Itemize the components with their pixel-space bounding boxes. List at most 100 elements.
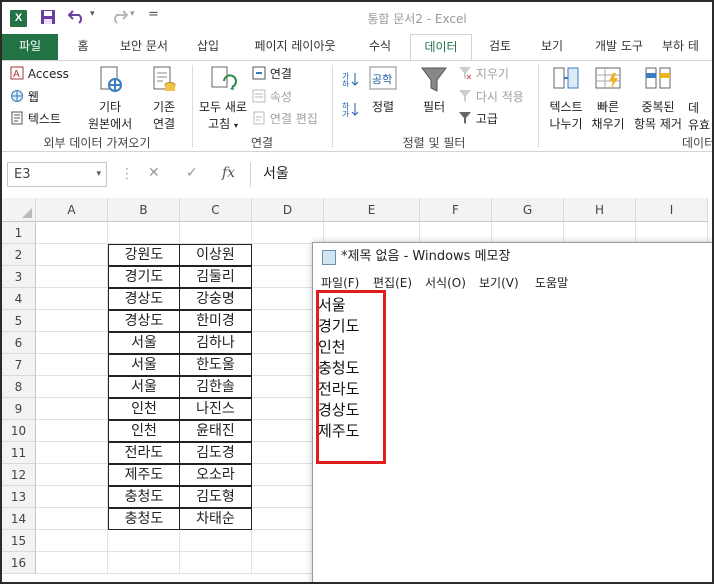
cell-name[interactable]: 오소라 <box>179 464 252 486</box>
access-button[interactable]: A Access <box>10 66 69 81</box>
sort-icon: 공학 <box>369 66 397 90</box>
column-header-a[interactable]: A <box>36 198 108 222</box>
existing-label-1: 기존 <box>152 100 176 114</box>
cell-region[interactable]: 충청도 <box>108 508 180 530</box>
cell-region[interactable]: 인천 <box>108 398 180 420</box>
tab-formulas[interactable]: 수식 <box>358 34 402 60</box>
cell-region[interactable]: 경상도 <box>108 310 180 332</box>
name-box[interactable]: E3 ▾ <box>7 162 107 187</box>
row-header-4[interactable]: 4 <box>2 288 36 310</box>
select-all-corner[interactable] <box>2 198 36 222</box>
properties-button[interactable]: 속성 <box>252 88 292 105</box>
row-header-9[interactable]: 9 <box>2 398 36 420</box>
advanced-filter-button[interactable]: 고급 <box>458 110 498 127</box>
cell-region[interactable]: 전라도 <box>108 442 180 464</box>
cell-region[interactable]: 경상도 <box>108 288 180 310</box>
filter-button[interactable]: 필터 <box>414 65 454 115</box>
row-header-11[interactable]: 11 <box>2 442 36 464</box>
clear-filter-button[interactable]: 지우기 <box>458 65 509 82</box>
tab-data[interactable]: 데이터 <box>410 34 472 61</box>
tab-developer[interactable]: 개발 도구 <box>584 34 654 60</box>
tab-home[interactable]: 홈 <box>68 34 98 60</box>
cell-name[interactable]: 윤태진 <box>179 420 252 442</box>
remove-duplicates-button[interactable]: 중복된 항목 제거 <box>630 65 686 132</box>
cell-name[interactable]: 한도울 <box>179 354 252 376</box>
existing-connections-button[interactable]: 기존 연결 <box>142 65 186 132</box>
cancel-icon[interactable]: ✕ <box>148 165 160 181</box>
column-header-h[interactable]: H <box>564 198 636 222</box>
cell-name[interactable]: 김도경 <box>179 442 252 464</box>
row-header-6[interactable]: 6 <box>2 332 36 354</box>
cell-name[interactable]: 이상원 <box>179 244 252 266</box>
cell-region[interactable]: 충청도 <box>108 486 180 508</box>
name-box-dropdown-icon[interactable]: ▾ <box>96 163 101 186</box>
row-header-8[interactable]: 8 <box>2 376 36 398</box>
refresh-all-button[interactable]: 모두 새로 고침 ▾ <box>196 65 250 132</box>
connections-button[interactable]: 연결 <box>252 65 292 82</box>
row-header-2[interactable]: 2 <box>2 244 36 266</box>
cell-region[interactable]: 서울 <box>108 376 180 398</box>
row-header-14[interactable]: 14 <box>2 508 36 530</box>
flash-fill-button[interactable]: 빠른 채우기 <box>590 65 626 132</box>
column-header-e[interactable]: E <box>324 198 420 222</box>
data-validation-button[interactable]: 데 유효 <box>688 99 712 133</box>
advanced-filter-icon <box>459 112 471 124</box>
row-header-1[interactable]: 1 <box>2 222 36 244</box>
cell-name[interactable]: 강숭명 <box>179 288 252 310</box>
cell-name[interactable]: 차태순 <box>179 508 252 530</box>
menu-format[interactable]: 서식(O) <box>425 274 466 291</box>
row-header-15[interactable]: 15 <box>2 530 36 552</box>
sort-descending-button[interactable]: 하가 <box>342 101 359 120</box>
cell-region[interactable]: 강원도 <box>108 244 180 266</box>
insert-function-icon[interactable]: fx <box>222 165 235 181</box>
cell-region[interactable]: 경기도 <box>108 266 180 288</box>
row-header-12[interactable]: 12 <box>2 464 36 486</box>
cell-region[interactable]: 서울 <box>108 332 180 354</box>
column-header-c[interactable]: C <box>180 198 252 222</box>
menu-view[interactable]: 보기(V) <box>479 274 519 291</box>
column-header-g[interactable]: G <box>492 198 564 222</box>
row-header-10[interactable]: 10 <box>2 420 36 442</box>
tab-load-test[interactable]: 부하 테 <box>662 34 712 60</box>
tab-review[interactable]: 검토 <box>478 34 522 60</box>
menu-file[interactable]: 파일(F) <box>321 274 359 291</box>
other-sources-button[interactable]: 기타 원본에서 <box>88 65 132 132</box>
sort-button[interactable]: 공학 정렬 <box>365 65 401 115</box>
tab-security-doc[interactable]: 보안 문서 <box>110 34 178 60</box>
column-header-b[interactable]: B <box>108 198 180 222</box>
row-header-5[interactable]: 5 <box>2 310 36 332</box>
text-to-columns-button[interactable]: 텍스트 나누기 <box>544 65 588 132</box>
cell-name[interactable]: 김하나 <box>179 332 252 354</box>
tab-page-layout[interactable]: 페이지 레이아웃 <box>242 34 348 60</box>
text-import-button[interactable]: 텍스트 <box>10 110 61 127</box>
edit-links-button[interactable]: 연결 편집 <box>252 110 318 127</box>
menu-help[interactable]: 도움말 <box>535 274 568 291</box>
enter-check-icon[interactable]: ✓ <box>186 165 198 181</box>
row-header-3[interactable]: 3 <box>2 266 36 288</box>
cell-name[interactable]: 김도형 <box>179 486 252 508</box>
cell-region[interactable]: 인천 <box>108 420 180 442</box>
formula-input[interactable]: 서울 <box>250 162 710 187</box>
cell-region[interactable]: 서울 <box>108 354 180 376</box>
tab-view[interactable]: 보기 <box>530 34 574 60</box>
menu-edit[interactable]: 편집(E) <box>373 274 412 291</box>
cell-name[interactable]: 김한솔 <box>179 376 252 398</box>
reapply-button[interactable]: 다시 적용 <box>458 88 524 105</box>
row-header-7[interactable]: 7 <box>2 354 36 376</box>
column-header-d[interactable]: D <box>252 198 324 222</box>
text-import-label: 텍스트 <box>27 112 61 126</box>
web-button[interactable]: 웹 <box>10 88 39 105</box>
cell-name[interactable]: 김둘리 <box>179 266 252 288</box>
sort-ascending-button[interactable]: 가하 <box>342 71 359 90</box>
row-header-13[interactable]: 13 <box>2 486 36 508</box>
row-header-16[interactable]: 16 <box>2 552 36 574</box>
tab-file[interactable]: 파일 <box>2 34 58 60</box>
tab-insert[interactable]: 삽입 <box>186 34 230 60</box>
cell-region[interactable]: 제주도 <box>108 464 180 486</box>
column-header-i[interactable]: I <box>636 198 708 222</box>
notepad-window[interactable]: *제목 없음 - Windows 메모장 파일(F) 편집(E) 서식(O) 보… <box>312 242 712 582</box>
cell-name[interactable]: 나진스 <box>179 398 252 420</box>
column-header-f[interactable]: F <box>420 198 492 222</box>
group-connections-label: 연결 <box>250 136 274 150</box>
cell-name[interactable]: 한미경 <box>179 310 252 332</box>
